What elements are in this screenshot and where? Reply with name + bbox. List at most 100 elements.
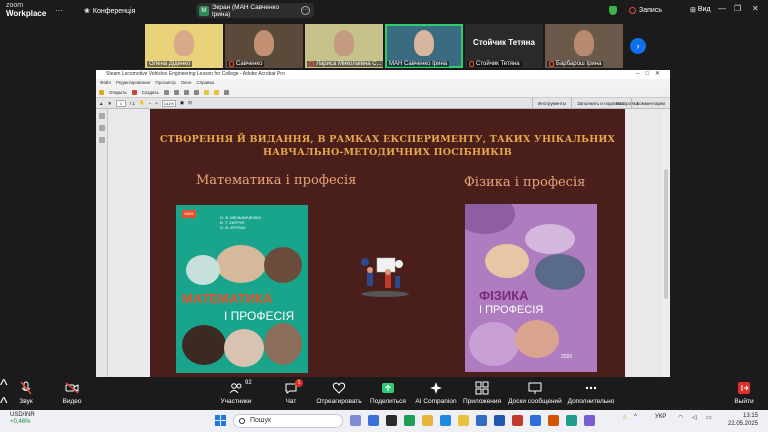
clock[interactable]: 13:15 22.05.2025 <box>728 412 758 428</box>
edge-icon[interactable] <box>440 415 451 426</box>
chrome-icon[interactable] <box>404 415 415 426</box>
file-explorer-icon[interactable] <box>458 415 469 426</box>
share-options-icon[interactable]: ⋯ <box>301 6 310 15</box>
conference-info[interactable]: ❀ Конференція <box>84 7 136 16</box>
zoom-in-icon[interactable]: + <box>155 101 158 106</box>
powerpoint-icon[interactable] <box>548 415 559 426</box>
participant-video <box>174 30 194 56</box>
highlight-icon[interactable] <box>213 89 219 95</box>
participant-video <box>334 30 354 56</box>
store-icon[interactable] <box>476 415 487 426</box>
leave-button[interactable]: Выйти <box>714 381 768 405</box>
copilot-icon[interactable] <box>350 415 361 426</box>
fill-sign-tab[interactable]: Заполнить и подписать <box>571 98 631 109</box>
zoom-taskbar-icon[interactable] <box>530 415 541 426</box>
participant-display-name: Стойчик Тетяна <box>473 38 535 47</box>
zoom-out-icon[interactable]: − <box>149 101 152 106</box>
app-icon[interactable] <box>566 415 577 426</box>
participant-tile[interactable]: Барбарош Ірина <box>545 24 623 68</box>
prev-page-icon[interactable]: ▲ <box>99 101 103 106</box>
menu-help[interactable]: Справка <box>196 79 214 87</box>
more-button[interactable]: Дополнительно <box>561 381 621 405</box>
navigation-pane <box>96 109 108 377</box>
math-book-cover: МАН О. В. МЕЛЬНИЧЕНКО В. Т. ХИТРУК О. В.… <box>176 205 308 373</box>
cover-photo <box>186 255 220 285</box>
participant-name: Олена Діденко <box>147 61 193 67</box>
participant-tile[interactable]: Стойчик Тетяна Стойчик Тетяна <box>465 24 543 68</box>
apps-label: Приложения <box>462 398 502 405</box>
battery-icon[interactable]: ▭ <box>706 414 712 421</box>
zoom-input[interactable]: 141% <box>161 99 176 107</box>
teamwork-illustration-icon <box>361 257 409 297</box>
more-icon <box>584 381 598 395</box>
email-icon[interactable] <box>183 89 189 95</box>
more-options-icon[interactable]: ⋯ <box>55 6 63 15</box>
bookmarks-icon[interactable] <box>98 125 105 131</box>
physics-book-subtitle: І ПРОФЕСІЯ <box>479 304 544 316</box>
restore-icon[interactable]: ❐ <box>734 4 741 13</box>
fit-page-icon[interactable]: ▣ <box>180 100 184 106</box>
settings-icon[interactable] <box>193 89 199 95</box>
fit-width-icon[interactable]: ⊟ <box>188 100 192 106</box>
task-view-icon[interactable] <box>386 415 397 426</box>
leave-label: Выйти <box>734 398 754 405</box>
video-button[interactable]: Видео <box>42 381 102 405</box>
menu-view[interactable]: Просмотр <box>155 79 176 87</box>
scrollbar-thumb[interactable] <box>664 169 668 299</box>
page-number-input[interactable]: 1 <box>115 99 126 107</box>
physics-book-title: ФІЗИКА <box>479 288 529 303</box>
screen-badge: M <box>199 5 209 16</box>
language-indicator[interactable]: УКР <box>655 414 666 420</box>
comment-icon[interactable] <box>203 89 209 95</box>
tools-tab[interactable]: Инструменты <box>532 98 571 109</box>
conference-label: Конференція <box>92 7 136 15</box>
participant-tile[interactable]: Савченко <box>225 24 303 68</box>
next-page-icon[interactable]: ▼ <box>107 101 111 106</box>
stock-widget[interactable]: USD/INR +0,46% <box>10 412 35 426</box>
slide-title-line1: СТВОРЕННЯ Й ВИДАННЯ, В РАМКАХ ЕКСПЕРИМЕН… <box>159 134 616 145</box>
share-icon <box>381 381 395 395</box>
window-title: Steam Locomotive Vehicles Engineering Le… <box>106 71 285 77</box>
view-button[interactable]: ⊞ Вид <box>690 6 711 14</box>
cover-photo <box>525 224 575 254</box>
teams-icon[interactable] <box>368 415 379 426</box>
create-button[interactable]: Создать <box>142 90 159 95</box>
tray-chevron-icon[interactable]: ^ <box>634 414 637 420</box>
apps-button[interactable]: Приложения <box>452 381 512 405</box>
wifi-icon[interactable]: ◠ <box>678 414 683 421</box>
participant-tile-active[interactable]: МАН Савченко Ірина <box>385 24 463 68</box>
print-icon[interactable] <box>173 89 179 95</box>
comments-tab[interactable]: Комментарии <box>630 98 670 109</box>
volume-icon[interactable]: ◁ <box>692 414 697 421</box>
acrobat-toolbar: Открыть Создать <box>96 87 670 98</box>
chrome-app-icon[interactable] <box>422 415 433 426</box>
word-icon[interactable] <box>494 415 505 426</box>
stamp-icon[interactable] <box>223 89 229 95</box>
record-indicator[interactable]: Запись <box>609 6 662 15</box>
save-icon[interactable] <box>163 89 169 95</box>
menu-window[interactable]: Окно <box>181 79 191 87</box>
menu-edit[interactable]: Редактирование <box>116 79 150 87</box>
hand-tool-icon[interactable]: ✋ <box>139 100 145 106</box>
participant-tile[interactable]: Лариса Миколаївна С... <box>305 24 383 68</box>
participant-tile[interactable]: Олена Діденко <box>145 24 223 68</box>
screen-share-tag[interactable]: M Экран (МАН Савченко Ірина) ⋯ <box>196 3 314 18</box>
acrobat-taskbar-icon[interactable] <box>512 415 523 426</box>
open-button[interactable]: Открыть <box>109 90 127 95</box>
window-controls[interactable]: –□✕ <box>636 70 666 79</box>
pages-icon[interactable] <box>98 113 105 119</box>
warning-icon[interactable]: ⚠ <box>622 414 627 421</box>
close-icon[interactable]: ✕ <box>752 4 759 13</box>
taskbar-search[interactable]: Пошук <box>233 414 343 428</box>
vertical-scrollbar[interactable] <box>662 109 670 377</box>
minimize-icon[interactable]: — <box>718 4 726 13</box>
participants-button[interactable]: 92 Участники <box>206 380 266 405</box>
next-page-arrow-icon[interactable]: › <box>630 38 646 54</box>
windows-start-icon[interactable] <box>215 415 226 426</box>
menu-file[interactable]: Файл <box>100 79 111 87</box>
viber-icon[interactable] <box>584 415 595 426</box>
participant-name: МАН Савченко Ірина <box>387 61 450 67</box>
whiteboard-button[interactable]: Доски сообщений <box>505 381 565 405</box>
grid-icon: ⊞ <box>690 7 696 14</box>
attachments-icon[interactable] <box>98 137 105 143</box>
